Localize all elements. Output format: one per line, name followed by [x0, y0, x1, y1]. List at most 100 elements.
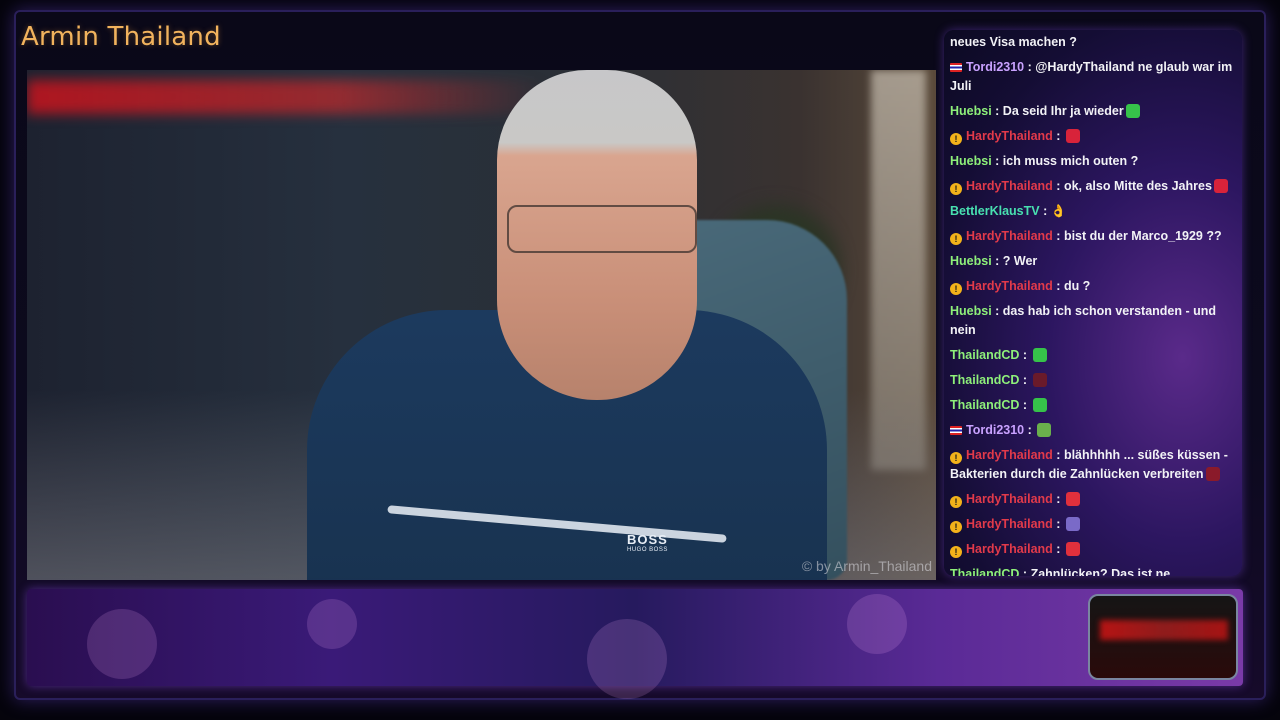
chat-separator: :	[1052, 448, 1064, 462]
moderator-badge-icon: !	[950, 546, 962, 558]
emote-icon	[1037, 423, 1052, 437]
chat-message: ! HardyThailand :	[944, 124, 1242, 149]
chat-username[interactable]: Huebsi	[950, 304, 992, 318]
webcam-video: BOSS HUGO BOSS © by Armin_Thailand	[27, 70, 936, 580]
chat-message: ThailandCD :	[944, 343, 1242, 368]
chat-separator: :	[1052, 179, 1064, 193]
chat-separator: :	[1019, 373, 1031, 387]
chat-separator: :	[1024, 60, 1036, 74]
background-red-light	[27, 80, 547, 114]
chat-message: BettlerKlausTV : 👌	[944, 199, 1242, 224]
chat-message: Tordi2310 : @HardyThailand ne glaub war …	[944, 55, 1242, 99]
chat-panel: neues Visa machen ? Tordi2310 : @HardyTha…	[944, 30, 1242, 576]
emote-icon	[1065, 517, 1080, 531]
moderator-badge-icon: !	[950, 452, 962, 464]
chat-text: bist du der Marco_1929 ??	[1063, 229, 1222, 243]
emote-icon	[1065, 542, 1080, 556]
chat-message: ThailandCD :	[944, 368, 1242, 393]
moderator-badge-icon: !	[950, 521, 962, 533]
chat-message: ThailandCD : Zahnlücken? Das ist ne Trop…	[944, 562, 1242, 576]
chat-username[interactable]: Tordi2310	[966, 60, 1024, 74]
chat-separator: :	[991, 154, 1003, 168]
moderator-badge-icon: !	[950, 283, 962, 295]
chat-message: Tordi2310 :	[944, 418, 1242, 443]
chat-separator: :	[991, 254, 1003, 268]
chat-username[interactable]: Tordi2310	[966, 423, 1024, 437]
chat-text: du ?	[1063, 279, 1091, 293]
shirt-logo-text: BOSS	[627, 532, 668, 547]
chat-separator: :	[1039, 204, 1051, 218]
chat-message: Huebsi : ? Wer	[944, 249, 1242, 274]
chat-username[interactable]: HardyThailand	[966, 179, 1053, 193]
chat-separator: :	[1052, 517, 1064, 531]
secondary-camera-preview	[1088, 594, 1238, 680]
chat-message: ! HardyThailand : ok, also Mitte des Jahr…	[944, 174, 1242, 199]
bottom-decor-bar	[27, 589, 1243, 699]
chat-username[interactable]: ThailandCD	[950, 373, 1019, 387]
chat-username[interactable]: HardyThailand	[966, 517, 1053, 531]
video-watermark: © by Armin_Thailand	[801, 558, 932, 574]
chat-message: Huebsi : das hab ich schon verstanden - …	[944, 299, 1242, 343]
flag-badge-icon	[950, 63, 962, 72]
emote-icon	[1065, 129, 1080, 143]
bokeh-light	[307, 599, 357, 649]
emote-icon	[1205, 467, 1220, 481]
moderator-badge-icon: !	[950, 233, 962, 245]
bokeh-light	[587, 619, 667, 699]
chat-separator: :	[991, 304, 1003, 318]
chat-username[interactable]: HardyThailand	[966, 542, 1053, 556]
emote-icon	[1032, 348, 1047, 362]
chat-text: 👌	[1050, 204, 1067, 218]
chat-separator: :	[1052, 129, 1064, 143]
chat-separator: :	[1019, 567, 1031, 576]
chat-message: ThailandCD :	[944, 393, 1242, 418]
chat-separator: :	[1024, 423, 1036, 437]
chat-username[interactable]: HardyThailand	[966, 129, 1053, 143]
chat-username[interactable]: ThailandCD	[950, 348, 1019, 362]
emote-icon	[1032, 398, 1047, 412]
channel-title: Armin Thailand	[21, 22, 221, 52]
chat-username[interactable]: HardyThailand	[966, 229, 1053, 243]
chat-message: ! HardyThailand : blähhhhh ... süßes küss…	[944, 443, 1242, 487]
chat-username[interactable]: HardyThailand	[966, 492, 1053, 506]
camera-red-glow	[1100, 620, 1228, 640]
moderator-badge-icon: !	[950, 133, 962, 145]
chat-separator: :	[1052, 279, 1064, 293]
bokeh-light	[847, 594, 907, 654]
chat-separator: :	[1019, 348, 1031, 362]
flag-badge-icon	[950, 426, 962, 435]
chat-username[interactable]: ThailandCD	[950, 567, 1019, 576]
chat-username[interactable]: Huebsi	[950, 254, 992, 268]
chat-message: neues Visa machen ?	[944, 30, 1242, 55]
shirt-logo-subtext: HUGO BOSS	[627, 547, 668, 553]
chat-message: ! HardyThailand :	[944, 512, 1242, 537]
glasses	[507, 205, 697, 253]
chat-separator: :	[1052, 492, 1064, 506]
moderator-badge-icon: !	[950, 183, 962, 195]
chat-username[interactable]: BettlerKlausTV	[950, 204, 1040, 218]
chat-separator: :	[991, 104, 1003, 118]
moderator-badge-icon: !	[950, 496, 962, 508]
chat-text: ? Wer	[1002, 254, 1038, 268]
chat-username[interactable]: HardyThailand	[966, 448, 1053, 462]
chat-separator: :	[1052, 542, 1064, 556]
chat-text: ok, also Mitte des Jahres	[1063, 179, 1212, 193]
chat-text: neues Visa machen ?	[950, 35, 1077, 49]
chat-message: Huebsi : Da seid Ihr ja wieder	[944, 99, 1242, 124]
chat-separator: :	[1052, 229, 1064, 243]
emote-icon	[1065, 492, 1080, 506]
bokeh-light	[87, 609, 157, 679]
chat-text: Da seid Ihr ja wieder	[1002, 104, 1124, 118]
emote-icon	[1125, 104, 1140, 118]
chat-message: ! HardyThailand : bist du der Marco_1929 …	[944, 224, 1242, 249]
emote-icon	[1213, 179, 1228, 193]
chat-message: ! HardyThailand :	[944, 487, 1242, 512]
emote-icon	[1032, 373, 1047, 387]
chat-username[interactable]: Huebsi	[950, 154, 992, 168]
chat-text: ich muss mich outen ?	[1002, 154, 1139, 168]
chat-username[interactable]: ThailandCD	[950, 398, 1019, 412]
chat-username[interactable]: Huebsi	[950, 104, 992, 118]
chat-message: ! HardyThailand :	[944, 537, 1242, 562]
chat-username[interactable]: HardyThailand	[966, 279, 1053, 293]
chat-separator: :	[1019, 398, 1031, 412]
